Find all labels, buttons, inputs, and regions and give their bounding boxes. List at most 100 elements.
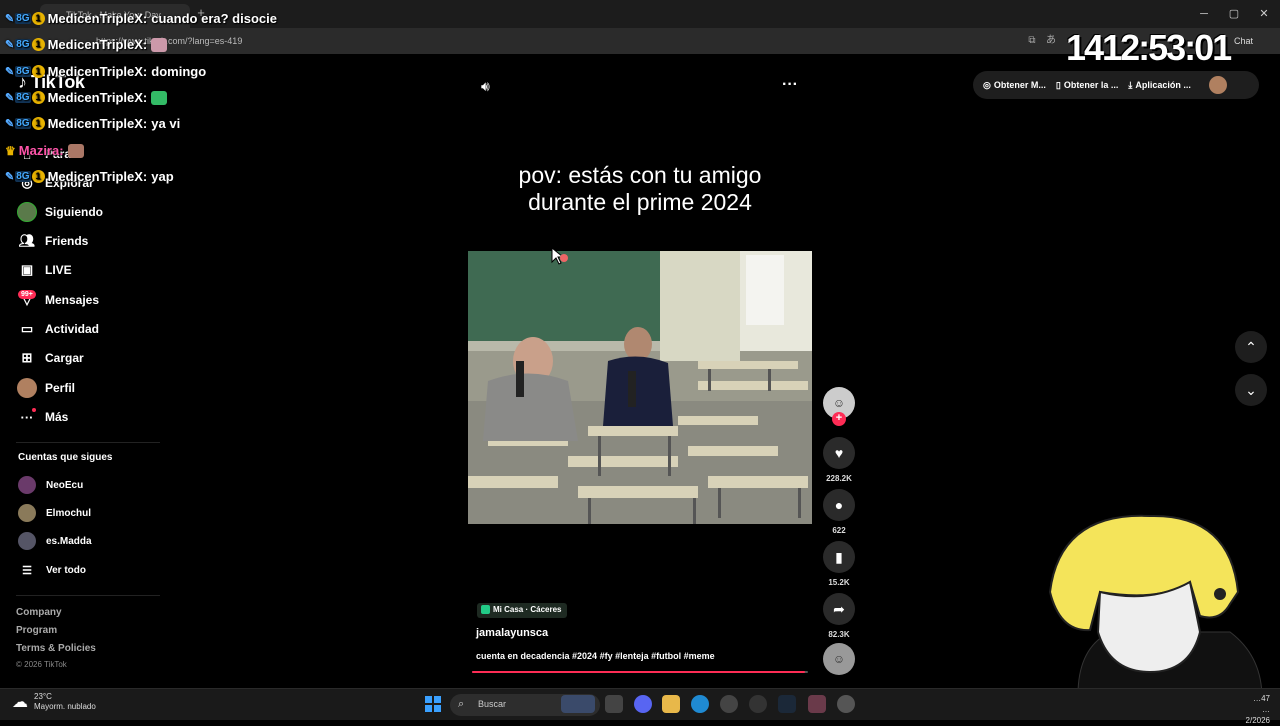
chat-message: ✎ 8G 1 MedicenTripleX:	[5, 90, 168, 105]
chat-badges: ✎ 8G 1	[5, 170, 45, 183]
cursor-icon	[551, 246, 568, 265]
location-tag[interactable]: Mi Casa · Cáceres	[477, 603, 568, 618]
sidebar-item-label: Actividad	[45, 322, 100, 336]
coin-icon: ◎	[983, 79, 991, 90]
following-account[interactable]: NeoEcu	[18, 475, 83, 495]
settings-icon[interactable]	[837, 695, 855, 713]
obs-icon[interactable]	[749, 695, 767, 713]
chat-user: MedicenTripleX:	[47, 64, 148, 79]
game-icon[interactable]	[808, 695, 826, 713]
save-count: 15.2K	[828, 578, 850, 587]
steam-icon[interactable]	[778, 695, 796, 713]
previous-video-button[interactable]: ⌃	[1235, 331, 1267, 363]
location-label: Mi Casa · Cáceres	[493, 605, 562, 614]
follow-plus-icon[interactable]: +	[832, 412, 846, 426]
notification-dot	[32, 408, 36, 412]
chat-badges: ✎ 8G 1	[5, 91, 45, 104]
upload-icon: ⊞	[21, 350, 33, 365]
crown-icon: ♛	[5, 143, 16, 158]
maximize-icon[interactable]: ▢	[1226, 6, 1242, 22]
save-button[interactable]: ▮	[823, 541, 855, 573]
music-disc[interactable]: ☺	[823, 643, 855, 675]
stream-timer: 1412:53:01	[1066, 27, 1232, 68]
sidebar-item-cargar[interactable]: ⊞ Cargar	[16, 347, 84, 369]
copyright: © 2026 TikTok	[16, 660, 67, 669]
button-label: Aplicación ...	[1135, 80, 1191, 90]
copilot-chat-button[interactable]: Chat	[1234, 32, 1276, 50]
desktop-app-button[interactable]: ⤓ Aplicación ...	[1128, 80, 1191, 91]
sidebar-item-live[interactable]: ▣ LIVE	[16, 259, 72, 281]
like-button[interactable]: ♥	[823, 437, 855, 469]
next-video-button[interactable]: ⌄	[1235, 374, 1267, 406]
chat-badges: ✎ 8G 1	[5, 12, 45, 25]
activity-icon: ▭	[20, 321, 34, 336]
task-view-icon[interactable]	[605, 695, 623, 713]
minimize-icon[interactable]: ─	[1196, 6, 1212, 22]
weather-widget[interactable]: ☁ 23°C Mayorm. nublado	[12, 692, 96, 712]
caption-line: durante el prime 2024	[528, 189, 752, 215]
chat-text: domingo	[151, 64, 207, 79]
profile-avatar	[16, 377, 38, 399]
sidebar-item-actividad[interactable]: ▭ Actividad	[16, 318, 99, 340]
chat-message: ✎ 8G 1 MedicenTripleX: yap	[5, 169, 174, 184]
chat-message: ✎ 8G 1 MedicenTripleX: cuando era? disocie	[5, 11, 277, 26]
user-avatar[interactable]	[1208, 76, 1227, 94]
friends-icon: 👥︎	[18, 233, 36, 248]
list-icon: ☰	[22, 564, 32, 577]
video-player[interactable]	[468, 251, 812, 524]
see-all-label: Ver todo	[46, 564, 87, 576]
sidebar-item-perfil[interactable]: Perfil	[16, 377, 75, 399]
button-label: Obtener la ...	[1063, 80, 1119, 90]
comment-icon: ●	[834, 497, 844, 513]
account-name: es.Madda	[46, 535, 92, 547]
more-options-icon[interactable]: ···	[782, 76, 798, 94]
comment-button[interactable]: ●	[823, 489, 855, 521]
video-description: cuenta en decadencia #2024 #fy #lenteja …	[476, 651, 715, 661]
account-name: NeoEcu	[46, 479, 84, 491]
volume-icon[interactable]: 🔊︎	[481, 78, 490, 95]
author-name[interactable]: jamalayunsca	[476, 627, 548, 639]
divider	[16, 595, 160, 596]
url-field[interactable]: https://www.tiktok.com/?lang=es-419	[92, 33, 1012, 49]
footer-link-company[interactable]: Company	[16, 607, 62, 618]
sidebar-item-friends[interactable]: 👥︎ Friends	[16, 230, 89, 252]
temperature: 23°C	[34, 692, 52, 701]
close-icon[interactable]: ✕	[1256, 6, 1272, 22]
app-icon[interactable]	[720, 695, 738, 713]
live-icon: ▣	[20, 262, 34, 277]
get-app-button[interactable]: ▯ Obtener la ...	[1056, 80, 1118, 91]
file-explorer-icon[interactable]	[662, 695, 680, 713]
share-button[interactable]: ➦	[823, 593, 855, 625]
following-account[interactable]: Elmochul	[18, 503, 91, 523]
chat-badges: ♛	[5, 144, 16, 158]
cloud-icon: ☁	[12, 694, 28, 711]
footer-link-terms[interactable]: Terms & Policies	[16, 643, 96, 654]
chat-message: ✎ 8G 1 MedicenTripleX:	[5, 37, 168, 52]
following-account[interactable]: es.Madda	[18, 531, 92, 551]
sidebar-item-mas[interactable]: ··· Más	[16, 406, 69, 428]
sidebar-item-label: Mensajes	[45, 293, 100, 307]
see-all-button[interactable]: ☰ Ver todo	[18, 560, 86, 580]
chat-badges: ✎ 8G 1	[5, 117, 45, 130]
translate-icon[interactable]: あ	[1044, 34, 1058, 48]
chat-message: ✎ 8G 1 MedicenTripleX: ya vi	[5, 116, 180, 131]
sidebar-item-label: Siguiendo	[45, 205, 103, 219]
taskbar-clock[interactable]: …47 …2/2026	[1238, 693, 1270, 726]
share-icon: ➦	[833, 600, 845, 617]
windows-start-icon[interactable]	[425, 696, 441, 712]
sidebar-item-label: LIVE	[45, 263, 72, 277]
avatar	[18, 476, 36, 494]
sidebar-item-siguiendo[interactable]: Siguiendo	[16, 201, 103, 223]
chat-user: MedicenTripleX:	[47, 90, 148, 105]
location-pin-icon	[481, 605, 490, 614]
account-name: Elmochul	[46, 507, 92, 519]
discord-icon[interactable]	[634, 695, 652, 713]
clock-time: …47	[1253, 694, 1270, 703]
footer-link-program[interactable]: Program	[16, 625, 57, 636]
chat-badges: ✎ 8G 1	[5, 38, 45, 51]
edge-icon[interactable]	[691, 695, 709, 713]
split-screen-icon[interactable]: ⧉	[1025, 34, 1039, 48]
get-coins-button[interactable]: ◎ Obtener M...	[983, 80, 1046, 91]
search-placeholder: Buscar	[478, 699, 507, 709]
chat-text: ya vi	[151, 116, 181, 131]
